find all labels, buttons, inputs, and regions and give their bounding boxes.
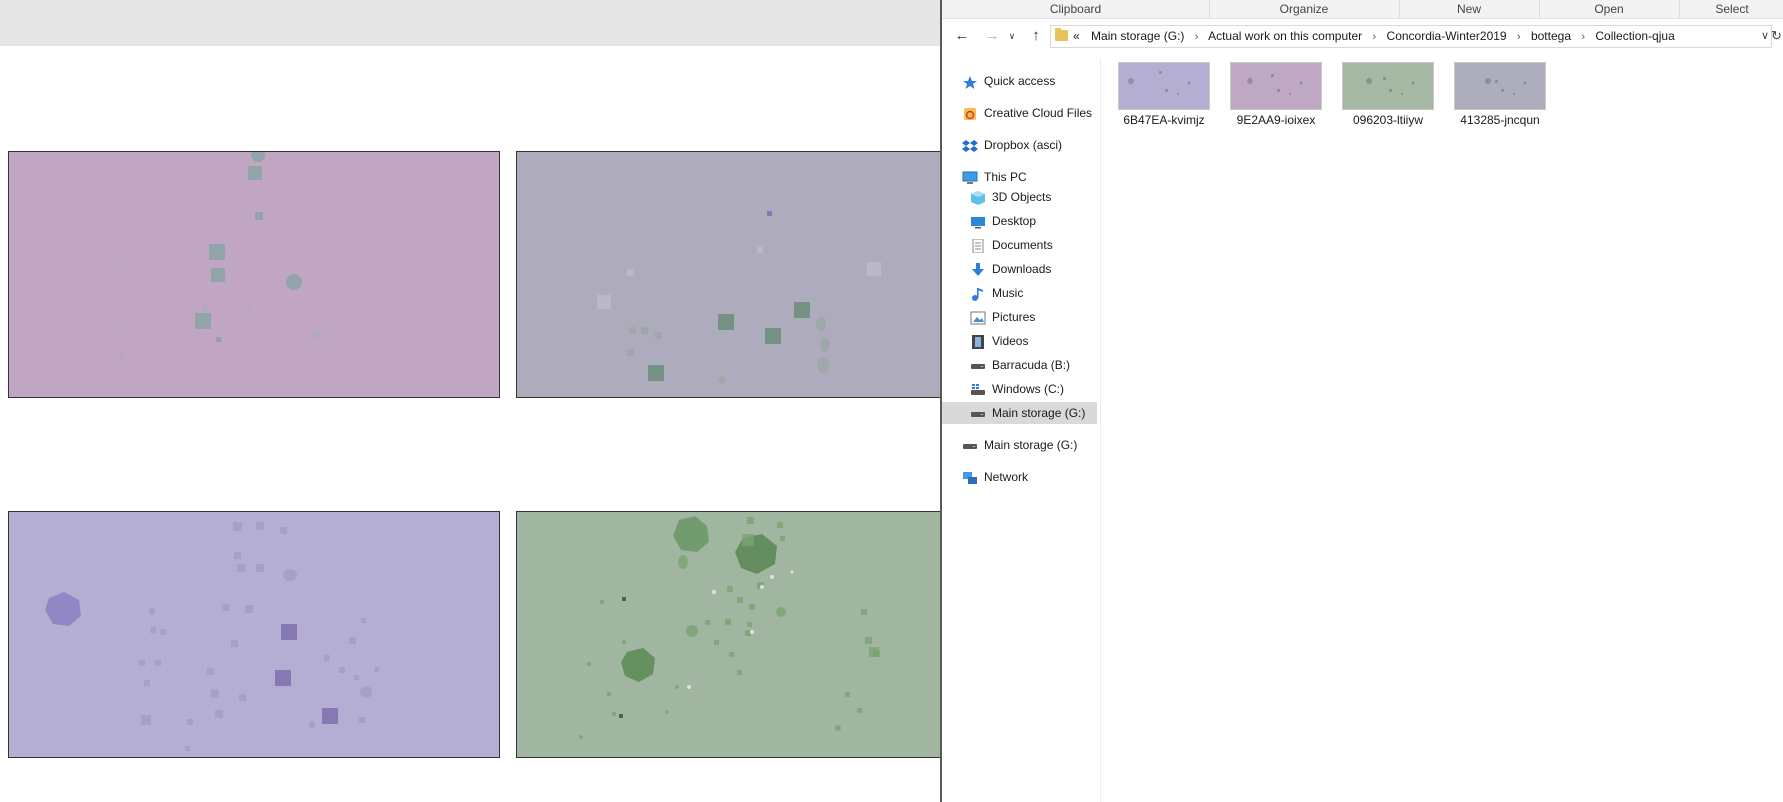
desktop-icon	[970, 214, 986, 229]
file-name: 9E2AA9-ioixex	[1236, 113, 1316, 127]
nav-item-label: Barracuda (B:)	[992, 358, 1071, 372]
breadcrumb-actual-work[interactable]: Actual work on this computer	[1208, 29, 1362, 43]
nav-item-this-pc[interactable]: This PC	[962, 166, 1027, 188]
navigation-pane: Quick access Creative Cloud Files Dropbox …	[942, 58, 1101, 802]
folder-icon	[1055, 28, 1068, 41]
nav-item-label: Network	[984, 470, 1029, 484]
recent-locations-chevron-icon[interactable]: ∨	[1006, 27, 1018, 45]
preview-panel-pink[interactable]	[8, 151, 500, 398]
star-icon	[962, 74, 978, 89]
creative-cloud-icon	[962, 106, 978, 120]
forward-arrow-icon[interactable]: →	[982, 27, 1002, 45]
ribbon-group-organize[interactable]: Organize	[1209, 0, 1400, 18]
nav-item-label: Quick access	[984, 74, 1056, 88]
nav-item-videos[interactable]: Videos	[970, 330, 1028, 352]
file-explorer-window: Clipboard Organize New Open Select ← → ∨…	[940, 0, 1783, 802]
ribbon-group-new[interactable]: New	[1399, 0, 1540, 18]
nav-item-creative-cloud-files[interactable]: Creative Cloud Files	[962, 102, 1092, 124]
drive-icon	[970, 406, 986, 420]
nav-item-label: Documents	[992, 238, 1053, 252]
windows-drive-icon	[970, 382, 986, 396]
nav-item-downloads[interactable]: Downloads	[970, 258, 1051, 280]
nav-item-label: Desktop	[992, 214, 1037, 228]
preview-area	[0, 0, 940, 802]
file-item[interactable]: 096203-ltiiyw	[1338, 62, 1438, 134]
breadcrumb-separator-icon[interactable]: ›	[1517, 31, 1521, 43]
nav-item-label: Windows (C:)	[992, 382, 1065, 396]
download-arrow-icon	[970, 262, 986, 276]
address-row: ← → ∨ ↑ « Main storage (G:) › Actual wor…	[942, 20, 1783, 52]
pink-artwork	[9, 152, 499, 397]
green-artwork	[517, 512, 940, 757]
address-bar[interactable]: « Main storage (G:) › Actual work on thi…	[1050, 25, 1772, 48]
file-item[interactable]: 413285-jncqun	[1450, 62, 1550, 134]
back-arrow-icon[interactable]: ←	[952, 27, 972, 45]
file-name: 413285-jncqun	[1460, 113, 1540, 127]
picture-icon	[970, 310, 986, 325]
breadcrumb-overflow[interactable]: «	[1073, 29, 1080, 43]
breadcrumb-collection[interactable]: Collection-qjua	[1595, 29, 1674, 43]
preview-panel-grey[interactable]	[516, 151, 940, 398]
breadcrumb-separator-icon[interactable]: ›	[1373, 31, 1377, 43]
up-arrow-icon[interactable]: ↑	[1026, 27, 1046, 45]
file-item[interactable]: 6B47EA-kvimjz	[1114, 62, 1214, 134]
nav-item-label: Music	[992, 286, 1024, 300]
preview-toolbar	[0, 0, 940, 46]
file-thumbnail	[1454, 62, 1546, 110]
breadcrumb: « Main storage (G:) › Actual work on thi…	[1073, 26, 1675, 47]
breadcrumb-separator-icon[interactable]: ›	[1581, 31, 1585, 43]
nav-item-documents[interactable]: Documents	[970, 234, 1053, 256]
file-name: 096203-ltiiyw	[1352, 113, 1424, 127]
breadcrumb-concordia[interactable]: Concordia-Winter2019	[1387, 29, 1507, 43]
computer-icon	[962, 170, 978, 184]
nav-item-main-storage-g[interactable]: Main storage (G:)	[942, 402, 1098, 424]
file-thumbnail	[1342, 62, 1434, 110]
file-thumbnail	[1230, 62, 1322, 110]
dropbox-icon	[962, 138, 978, 152]
file-name: 6B47EA-kvimjz	[1123, 113, 1205, 127]
nav-item-label: Downloads	[992, 262, 1052, 276]
ribbon-group-open[interactable]: Open	[1539, 0, 1680, 18]
breadcrumb-main-storage[interactable]: Main storage (G:)	[1091, 29, 1184, 43]
nav-item-label: This PC	[984, 170, 1027, 184]
breadcrumb-separator-icon[interactable]: ›	[1195, 31, 1199, 43]
nav-item-windows-c[interactable]: Windows (C:)	[970, 378, 1064, 400]
nav-item-main-storage-g[interactable]: Main storage (G:)	[962, 434, 1077, 456]
nav-item-pictures[interactable]: Pictures	[970, 306, 1035, 328]
nav-item-3d-objects[interactable]: 3D Objects	[970, 186, 1051, 208]
nav-item-network[interactable]: Network	[962, 466, 1028, 488]
cube-icon	[970, 190, 986, 205]
ribbon-group-clipboard[interactable]: Clipboard	[942, 0, 1210, 18]
nav-item-label: Creative Cloud Files	[984, 106, 1093, 120]
nav-item-label: 3D Objects	[992, 190, 1052, 204]
film-icon	[970, 334, 986, 349]
file-thumbnail	[1118, 62, 1210, 110]
nav-item-label: Pictures	[992, 310, 1036, 324]
breadcrumb-bottega[interactable]: bottega	[1531, 29, 1571, 43]
nav-item-label: Main storage (G:)	[984, 438, 1078, 452]
preview-panel-green[interactable]	[516, 511, 940, 758]
document-icon	[970, 238, 986, 254]
ribbon-collapsed: Clipboard Organize New Open Select	[942, 0, 1783, 19]
refresh-icon[interactable]: ↻	[1768, 27, 1783, 45]
nav-item-barracuda-b[interactable]: Barracuda (B:)	[970, 354, 1070, 376]
lavender-artwork	[9, 512, 499, 757]
preview-panel-lavender[interactable]	[8, 511, 500, 758]
nav-item-label: Videos	[992, 334, 1029, 348]
nav-item-music[interactable]: Music	[970, 282, 1023, 304]
nav-item-label: Dropbox (asci)	[984, 138, 1063, 152]
network-icon	[962, 470, 978, 484]
ribbon-group-select[interactable]: Select	[1679, 0, 1783, 18]
file-item[interactable]: 9E2AA9-ioixex	[1226, 62, 1326, 134]
grey-artwork	[517, 152, 940, 397]
nav-item-dropbox-asci[interactable]: Dropbox (asci)	[962, 134, 1062, 156]
music-note-icon	[970, 286, 986, 301]
nav-item-quick-access[interactable]: Quick access	[962, 70, 1055, 92]
drive-icon	[970, 358, 986, 372]
drive-icon	[962, 438, 978, 452]
nav-item-desktop[interactable]: Desktop	[970, 210, 1036, 232]
nav-item-label: Main storage (G:)	[992, 406, 1086, 420]
